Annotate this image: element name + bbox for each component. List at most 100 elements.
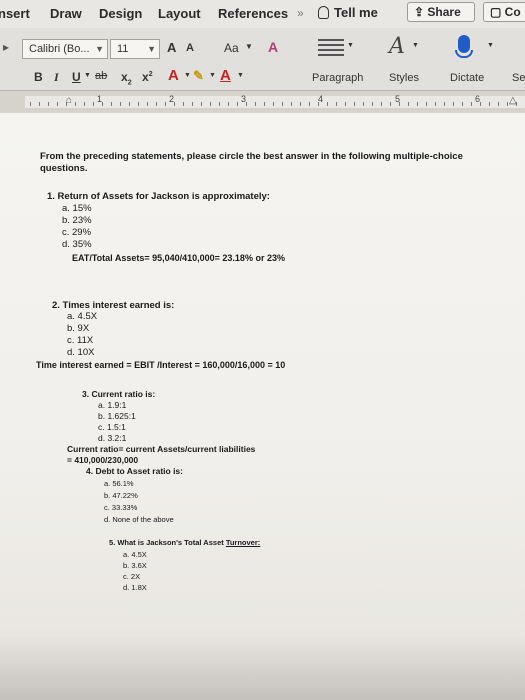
font-name-dropdown[interactable]: Calibri (Bo... ▼	[22, 39, 108, 59]
dictate-label[interactable]: Dictate	[450, 72, 484, 84]
paragraph-icon[interactable]	[318, 36, 344, 58]
ruler-tick	[399, 102, 400, 106]
share-label: Share	[427, 5, 461, 19]
font-size-dropdown[interactable]: 11 ▼	[110, 39, 160, 59]
question-1: 1. Return of Assets for Jackson is appro…	[47, 191, 270, 202]
ruler-tick	[318, 102, 319, 106]
status-bar-blurred	[0, 635, 525, 700]
ruler-tick	[381, 102, 382, 106]
subscript-label: x	[121, 70, 128, 84]
ruler-tick	[273, 102, 274, 106]
question-5: 5. What is Jackson's Total Asset Turnove…	[109, 538, 260, 548]
more-tabs-chevron-icon[interactable]: »	[297, 6, 304, 20]
q5-turnover-link: Turnover:	[225, 538, 261, 547]
document-page[interactable]: From the preceding statements, please ci…	[0, 113, 525, 700]
chevron-down-icon[interactable]: ▼	[209, 72, 216, 79]
highlight-pen-icon[interactable]: ✎	[193, 68, 204, 84]
ruler-tick	[210, 102, 211, 106]
chevron-down-icon[interactable]: ▼	[487, 42, 494, 49]
question-3: 3. Current ratio is:	[82, 389, 156, 399]
ruler-tick	[30, 102, 31, 106]
ruler-tick	[462, 102, 463, 106]
comments-button[interactable]: ▢ Co	[483, 2, 525, 22]
ruler-tick	[255, 102, 256, 106]
styles-icon[interactable]: A	[389, 34, 405, 59]
tab-insert[interactable]: nsert	[0, 6, 30, 21]
font-name-value: Calibri (Bo...	[29, 43, 90, 55]
ruler[interactable]: ⌂ 1 2 3 4 5 6 △	[0, 91, 525, 113]
ruler-tick	[102, 102, 103, 106]
tab-references[interactable]: References	[218, 6, 288, 21]
q1-answer-note: EAT/Total Assets= 95,040/410,000= 23.18%…	[72, 253, 285, 263]
q5-option-b: b. 3.6X	[123, 561, 147, 570]
text-effects-icon[interactable]: A	[168, 67, 179, 84]
ruler-tick	[498, 102, 499, 106]
ruler-tick	[39, 102, 40, 106]
ruler-tick	[237, 102, 238, 106]
styles-label[interactable]: Styles	[389, 72, 419, 84]
q2-option-c: c. 11X	[67, 335, 94, 346]
comments-label: Co	[504, 5, 521, 19]
ruler-tick	[165, 102, 166, 106]
intro-line-1: From the preceding statements, please ci…	[40, 151, 463, 162]
q2-option-d: d. 10X	[67, 347, 95, 358]
paragraph-label[interactable]: Paragraph	[312, 72, 363, 84]
clear-formatting-icon[interactable]: A	[268, 39, 278, 55]
subscript-button[interactable]: x2	[121, 70, 132, 86]
tell-me-search[interactable]: Tell me	[318, 5, 378, 20]
paste-icon[interactable]: ▸	[3, 40, 9, 54]
chevron-down-icon: ▼	[95, 44, 104, 54]
chevron-down-icon[interactable]: ▼	[184, 72, 191, 79]
ruler-tick	[138, 102, 139, 106]
ruler-tick	[363, 102, 364, 106]
q4-option-a: a. 56.1%	[104, 479, 134, 488]
q2-answer-note: Time interest earned = EBIT /Interest = …	[36, 360, 286, 370]
ruler-tick	[192, 102, 193, 106]
shrink-font-button[interactable]: A	[186, 42, 194, 54]
ruler-tick	[480, 102, 481, 106]
q1-option-c: c. 29%	[62, 227, 92, 238]
bold-button[interactable]: B	[34, 70, 43, 84]
chevron-down-icon[interactable]: ▼	[237, 72, 244, 79]
font-color-icon[interactable]: A	[220, 67, 231, 84]
share-button[interactable]: ⇪ Share	[407, 2, 475, 22]
ruler-tick	[264, 102, 265, 106]
ruler-tick	[147, 102, 148, 106]
q5-option-d: d. 1.8X	[123, 583, 147, 592]
ruler-tick	[300, 102, 301, 106]
q4-option-c: c. 33.33%	[104, 503, 138, 512]
ruler-tick	[75, 102, 76, 106]
chevron-down-icon: ▼	[147, 44, 156, 54]
tab-design[interactable]: Design	[99, 6, 142, 21]
chevron-down-icon[interactable]: ▼	[412, 42, 419, 49]
ruler-tick	[327, 102, 328, 106]
ruler-tick	[417, 102, 418, 106]
ruler-tick	[336, 102, 337, 106]
question-4: 4. Debt to Asset ratio is:	[86, 466, 183, 476]
grow-font-button[interactable]: A	[167, 40, 176, 55]
chevron-down-icon[interactable]: ▼	[347, 42, 354, 49]
q3-option-d: d. 3.2:1	[98, 433, 127, 443]
ruler-tick	[516, 102, 517, 106]
q5-option-a: a. 4.5X	[123, 550, 147, 559]
q1-option-a: a. 15%	[62, 203, 92, 214]
underline-button[interactable]: U	[72, 70, 81, 84]
font-size-value: 11	[117, 43, 129, 55]
change-case-button[interactable]: Aa	[224, 41, 239, 55]
q5-text: 5. What is Jackson's Total Asset	[109, 538, 226, 547]
ruler-tick	[390, 102, 391, 106]
ruler-tick	[84, 102, 85, 106]
ruler-tick	[228, 102, 229, 106]
ruler-tick	[489, 102, 490, 106]
comment-icon: ▢	[490, 5, 505, 19]
ruler-tick	[291, 102, 292, 106]
chevron-down-icon[interactable]: ▼	[84, 72, 91, 79]
strikethrough-button[interactable]: ab	[95, 70, 107, 82]
italic-button[interactable]: I	[54, 70, 59, 85]
sensitivity-label[interactable]: Se	[512, 72, 525, 84]
superscript-button[interactable]: x2	[142, 70, 153, 84]
tab-draw[interactable]: Draw	[50, 6, 82, 21]
tab-layout[interactable]: Layout	[158, 6, 201, 21]
word-window: nsert Draw Design Layout References » Te…	[0, 0, 525, 700]
chevron-down-icon[interactable]: ▼	[245, 42, 253, 51]
